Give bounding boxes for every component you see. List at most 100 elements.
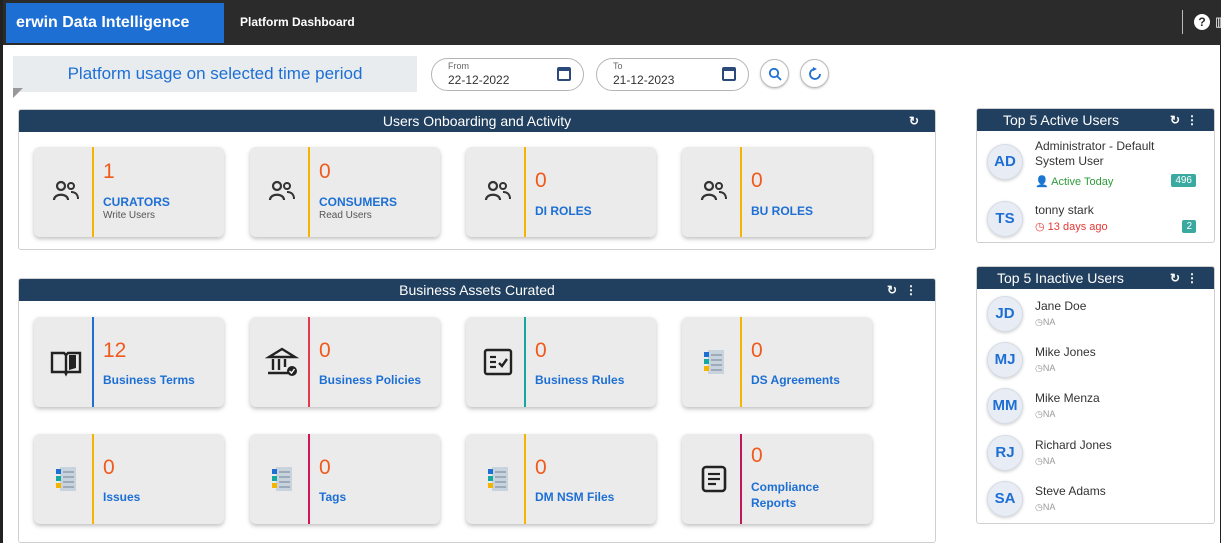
user-name[interactable]: Richard Jones	[1035, 438, 1185, 453]
user-status-text: Active Today	[1051, 176, 1114, 188]
card-accent	[308, 147, 310, 237]
card-sublabel: Write Users	[103, 210, 156, 221]
card-label[interactable]: CURATORS	[103, 194, 221, 210]
dm-nsm-files-card[interactable]: 0 DM NSM Files	[466, 434, 656, 524]
active-users-header: Top 5 Active Users ↻ ⋮	[977, 109, 1214, 131]
card-accent	[92, 434, 94, 524]
avatar[interactable]: MM	[987, 388, 1023, 424]
usage-period-label: Platform usage on selected time period	[13, 56, 417, 92]
avatar[interactable]: RJ	[987, 435, 1023, 471]
card-label[interactable]: Tags	[319, 489, 437, 505]
bank-icon	[264, 347, 300, 376]
more-icon[interactable]: ⋮	[905, 279, 917, 301]
card-count: 0	[535, 456, 547, 479]
to-date-field[interactable]: To 21-12-2023	[596, 58, 749, 91]
to-value: 21-12-2023	[613, 73, 675, 87]
card-label[interactable]: BU ROLES	[751, 203, 869, 219]
user-status-text: NA	[1042, 409, 1056, 419]
card-label[interactable]: Business Rules	[535, 372, 653, 388]
card-label[interactable]: DM NSM Files	[535, 489, 653, 505]
ds-agreements-card[interactable]: 0 DS Agreements	[682, 317, 872, 407]
card-accent	[92, 147, 94, 237]
notebook-icon	[704, 350, 724, 374]
card-label[interactable]: CONSUMERS	[319, 194, 437, 210]
user-name[interactable]: Mike Jones	[1035, 345, 1185, 360]
card-label[interactable]: DS Agreements	[751, 372, 869, 388]
onboarding-title: Users Onboarding and Activity	[382, 113, 572, 129]
assets-title: Business Assets Curated	[399, 282, 555, 298]
to-caption: To	[613, 61, 623, 71]
active-users-title: Top 5 Active Users	[1003, 112, 1119, 128]
card-accent	[92, 317, 94, 407]
reset-button[interactable]	[800, 59, 829, 88]
label-tail	[13, 88, 23, 98]
user-status: ◷NA	[1035, 409, 1055, 420]
user-status: 👤 Active Today	[1035, 175, 1113, 188]
users-icon	[268, 180, 295, 201]
clock-icon: ◷	[1035, 409, 1043, 419]
avatar[interactable]: MJ	[987, 342, 1023, 378]
more-icon[interactable]: ⋮	[1186, 267, 1198, 289]
page-title[interactable]: Platform Dashboard	[240, 0, 355, 45]
card-label[interactable]: Business Terms	[103, 372, 221, 388]
card-count: 0	[535, 169, 547, 192]
card-accent	[740, 147, 742, 237]
search-icon	[768, 67, 782, 81]
business-policies-card[interactable]: 0 Business Policies	[250, 317, 440, 407]
bu-roles-card[interactable]: 0 BU ROLES	[682, 147, 872, 237]
card-label[interactable]: Business Policies	[319, 372, 437, 388]
library-icon[interactable]: ▥	[1215, 14, 1221, 30]
book-icon	[50, 351, 82, 377]
help-icon[interactable]: ?	[1194, 14, 1210, 30]
from-date-field[interactable]: From 22-12-2022	[431, 58, 584, 91]
user-name[interactable]: tonny stark	[1035, 203, 1185, 218]
card-label[interactable]: DI ROLES	[535, 203, 653, 219]
card-count: 0	[535, 339, 547, 362]
avatar[interactable]: JD	[987, 296, 1023, 332]
user-status-text: NA	[1042, 502, 1056, 512]
users-icon	[484, 180, 511, 201]
user-status: ◷NA	[1035, 363, 1055, 374]
consumers-card[interactable]: 0 CONSUMERS Read Users	[250, 147, 440, 237]
card-count: 0	[319, 456, 331, 479]
activity-count-badge: 2	[1182, 220, 1196, 233]
calendar-icon[interactable]	[722, 67, 736, 81]
avatar[interactable]: TS	[987, 201, 1023, 237]
user-name[interactable]: Administrator - Default System User	[1035, 139, 1185, 169]
more-icon[interactable]: ⋮	[1186, 109, 1198, 131]
card-label[interactable]: Compliance Reports	[751, 479, 851, 511]
user-status: ◷NA	[1035, 456, 1055, 467]
calendar-icon[interactable]	[557, 67, 571, 81]
card-accent	[740, 317, 742, 407]
notebook-icon	[272, 467, 292, 491]
card-label[interactable]: Issues	[103, 489, 221, 505]
business-terms-card[interactable]: 12 Business Terms	[34, 317, 224, 407]
document-icon	[701, 465, 727, 493]
card-count: 12	[103, 339, 127, 362]
user-name[interactable]: Jane Doe	[1035, 299, 1185, 314]
assets-header: Business Assets Curated ↻ ⋮	[19, 279, 935, 301]
di-roles-card[interactable]: 0 DI ROLES	[466, 147, 656, 237]
brand-logo[interactable]: erwin Data Intelligence	[6, 3, 224, 43]
refresh-icon[interactable]: ↻	[1170, 109, 1180, 131]
business-rules-card[interactable]: 0 Business Rules	[466, 317, 656, 407]
compliance-reports-card[interactable]: 0 Compliance Reports	[682, 434, 872, 524]
card-count: 0	[319, 160, 331, 183]
curators-card[interactable]: 1 CURATORS Write Users	[34, 147, 224, 237]
card-accent	[524, 147, 526, 237]
user-name[interactable]: Mike Menza	[1035, 391, 1185, 406]
tags-card[interactable]: 0 Tags	[250, 434, 440, 524]
refresh-icon[interactable]: ↻	[887, 279, 897, 301]
refresh-icon[interactable]: ↻	[909, 110, 919, 132]
checklist-icon	[483, 348, 513, 376]
avatar[interactable]: SA	[987, 481, 1023, 517]
search-button[interactable]	[760, 59, 789, 88]
refresh-icon[interactable]: ↻	[1170, 267, 1180, 289]
top-bar: erwin Data Intelligence Platform Dashboa…	[3, 0, 1221, 45]
toolbar-divider	[1182, 10, 1183, 34]
user-status: ◷NA	[1035, 317, 1055, 328]
issues-card[interactable]: 0 Issues	[34, 434, 224, 524]
avatar[interactable]: AD	[987, 144, 1023, 180]
user-name[interactable]: Steve Adams	[1035, 484, 1185, 499]
card-accent	[308, 317, 310, 407]
